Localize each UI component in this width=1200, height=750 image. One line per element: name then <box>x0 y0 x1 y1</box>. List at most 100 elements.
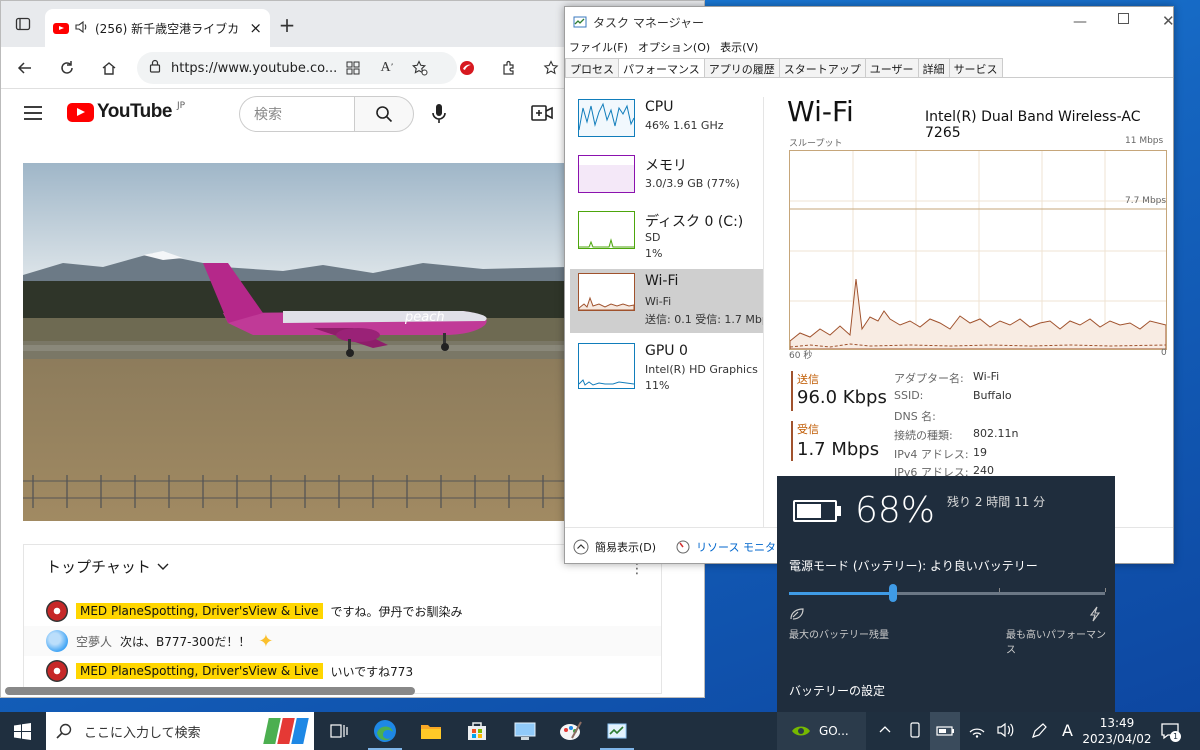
task-manager-taskbar-icon[interactable] <box>604 718 630 744</box>
perf-item-disk[interactable]: ディスク 0 (C:) SD 1% <box>570 207 763 271</box>
ime-indicator[interactable]: A <box>1062 721 1073 740</box>
clock[interactable]: 13:49 2023/04/02 <box>1082 715 1152 747</box>
apps-icon[interactable] <box>339 54 367 82</box>
perf-item-wifi[interactable]: Wi-Fi Wi-Fi 送信: 0.1 受信: 1.7 Mbp <box>570 269 763 333</box>
chat-author[interactable]: MED PlaneSpotting, Driver'sView & Live <box>76 603 323 619</box>
create-video-icon[interactable] <box>531 105 553 124</box>
search-icon <box>376 106 393 123</box>
start-windows-icon[interactable] <box>14 723 31 743</box>
youtube-search-button[interactable] <box>354 96 414 132</box>
extensions-icon[interactable] <box>495 54 523 82</box>
wifi-adapter-short: Wi-Fi <box>645 295 672 308</box>
chevron-up-icon[interactable] <box>573 539 589 555</box>
chat-header[interactable]: トップチャット <box>46 556 169 577</box>
youtube-play-icon <box>67 102 94 122</box>
nvidia-label: GO... <box>819 724 849 738</box>
nvidia-icon <box>792 726 810 736</box>
cpu-thumbnail <box>578 99 635 137</box>
microphone-icon[interactable] <box>431 103 447 128</box>
video-player[interactable]: peach <box>23 163 566 521</box>
remote-desktop-icon[interactable] <box>512 718 538 744</box>
favorites-icon[interactable] <box>537 54 565 82</box>
memory-usage: 3.0/3.9 GB (77%) <box>645 177 740 190</box>
wifi-thumbnail <box>578 273 635 311</box>
read-aloud-icon[interactable]: Aʼ <box>373 54 401 82</box>
favorite-add-icon[interactable] <box>406 54 434 82</box>
lock-icon[interactable] <box>149 59 161 77</box>
sparkles-icon: ✦ <box>258 630 274 652</box>
perf-item-memory[interactable]: メモリ 3.0/3.9 GB (77%) <box>570 151 763 215</box>
gpu-thumbnail <box>578 343 635 389</box>
throughput-graph <box>789 150 1167 350</box>
battery-tray-icon[interactable] <box>930 712 960 750</box>
youtube-logo[interactable]: YouTube JP <box>67 101 185 123</box>
file-explorer-icon[interactable] <box>418 718 444 744</box>
menu-bar: ファイル(F) オプション(O) 表示(V) <box>565 37 1173 57</box>
tab-users[interactable]: ユーザー <box>864 58 919 77</box>
new-tab-button[interactable]: + <box>273 11 301 39</box>
tab-processes[interactable]: プロセス <box>565 58 619 77</box>
task-view-icon[interactable] <box>326 718 352 744</box>
close-icon[interactable]: ✕ <box>1162 12 1173 30</box>
graph-x-right: 0 <box>1161 348 1167 358</box>
minimize-icon[interactable]: — <box>1073 14 1087 30</box>
battery-remaining: 残り 2 時間 11 分 <box>947 495 1046 509</box>
fewer-details-link[interactable]: 簡易表示(D) <box>595 539 656 555</box>
battery-settings-link[interactable]: バッテリーの設定 <box>789 682 885 699</box>
disk-thumbnail <box>578 211 635 249</box>
menu-icon[interactable] <box>23 105 43 124</box>
gpu-model: Intel(R) HD Graphics <box>645 363 758 376</box>
nvidia-tray-item[interactable]: GO... <box>777 712 866 750</box>
tab-actions-icon[interactable] <box>9 10 37 38</box>
menu-view[interactable]: 表示(V) <box>720 39 758 55</box>
avatar <box>46 630 68 652</box>
trend-micro-icon[interactable] <box>453 54 481 82</box>
power-mode-slider-thumb[interactable] <box>889 584 897 602</box>
tab-details[interactable]: 詳細 <box>917 58 950 77</box>
tab-app-history[interactable]: アプリの履歴 <box>703 58 780 77</box>
aircraft-livery-text: peach <box>404 310 445 325</box>
live-chat: トップチャット ⋮ MED PlaneSpotting, Driver'sVie… <box>23 544 662 694</box>
youtube-wordmark: YouTube <box>97 101 172 122</box>
battery-nub <box>837 506 841 516</box>
tab-youtube[interactable]: (256) 新千歳空港ライブカメラ × <box>45 9 270 47</box>
volume-icon[interactable] <box>996 722 1014 741</box>
url-text: https://www.youtube.co... <box>171 60 338 76</box>
menu-options[interactable]: オプション(O) <box>638 39 710 55</box>
youtube-region: JP <box>176 101 186 111</box>
slider-left-label: 最大のバッテリー残量 <box>789 630 889 641</box>
notification-icon[interactable]: 1 <box>1160 721 1181 744</box>
chat-message: 空夢人 次は、B777-300だ！！ ✦ <box>24 626 661 656</box>
paint-icon[interactable] <box>558 718 584 744</box>
speaker-icon[interactable] <box>75 20 89 36</box>
power-mode-slider[interactable] <box>789 584 1106 602</box>
graph-max-label: 11 Mbps <box>1125 136 1164 146</box>
tab-startup[interactable]: スタートアップ <box>778 58 866 77</box>
store-icon[interactable] <box>464 718 490 744</box>
refresh-icon[interactable] <box>53 54 81 82</box>
chevron-up-icon[interactable] <box>878 723 892 740</box>
battery-saver-icon <box>789 607 805 624</box>
pen-icon[interactable] <box>1030 722 1048 743</box>
youtube-search-input[interactable]: 検索 <box>239 96 354 132</box>
chat-author[interactable]: MED PlaneSpotting, Driver'sView & Live <box>76 663 323 679</box>
horizontal-scrollbar[interactable] <box>5 687 415 695</box>
taskbar-search-placeholder: ここに入力して検索 <box>84 725 201 741</box>
phone-link-icon[interactable] <box>908 722 922 741</box>
pane-divider <box>763 97 764 527</box>
notification-badge: 1 <box>1170 731 1181 742</box>
home-icon[interactable] <box>95 54 123 82</box>
taskbar-search[interactable]: ここに入力して検索 <box>46 712 314 750</box>
tab-services[interactable]: サービス <box>948 58 1003 77</box>
wifi-icon[interactable] <box>968 722 986 741</box>
tab-performance[interactable]: パフォーマンス <box>618 58 705 77</box>
edge-icon[interactable] <box>372 718 398 744</box>
perf-item-gpu[interactable]: GPU 0 Intel(R) HD Graphics 11% <box>570 339 763 403</box>
maximize-icon[interactable] <box>1118 13 1129 27</box>
back-icon[interactable] <box>11 54 39 82</box>
chat-author[interactable]: 空夢人 <box>76 633 112 650</box>
chevron-down-icon <box>157 563 169 570</box>
close-tab-icon[interactable]: × <box>249 19 262 37</box>
menu-file[interactable]: ファイル(F) <box>569 39 628 55</box>
perf-item-cpu[interactable]: CPU 46% 1.61 GHz <box>570 95 763 159</box>
